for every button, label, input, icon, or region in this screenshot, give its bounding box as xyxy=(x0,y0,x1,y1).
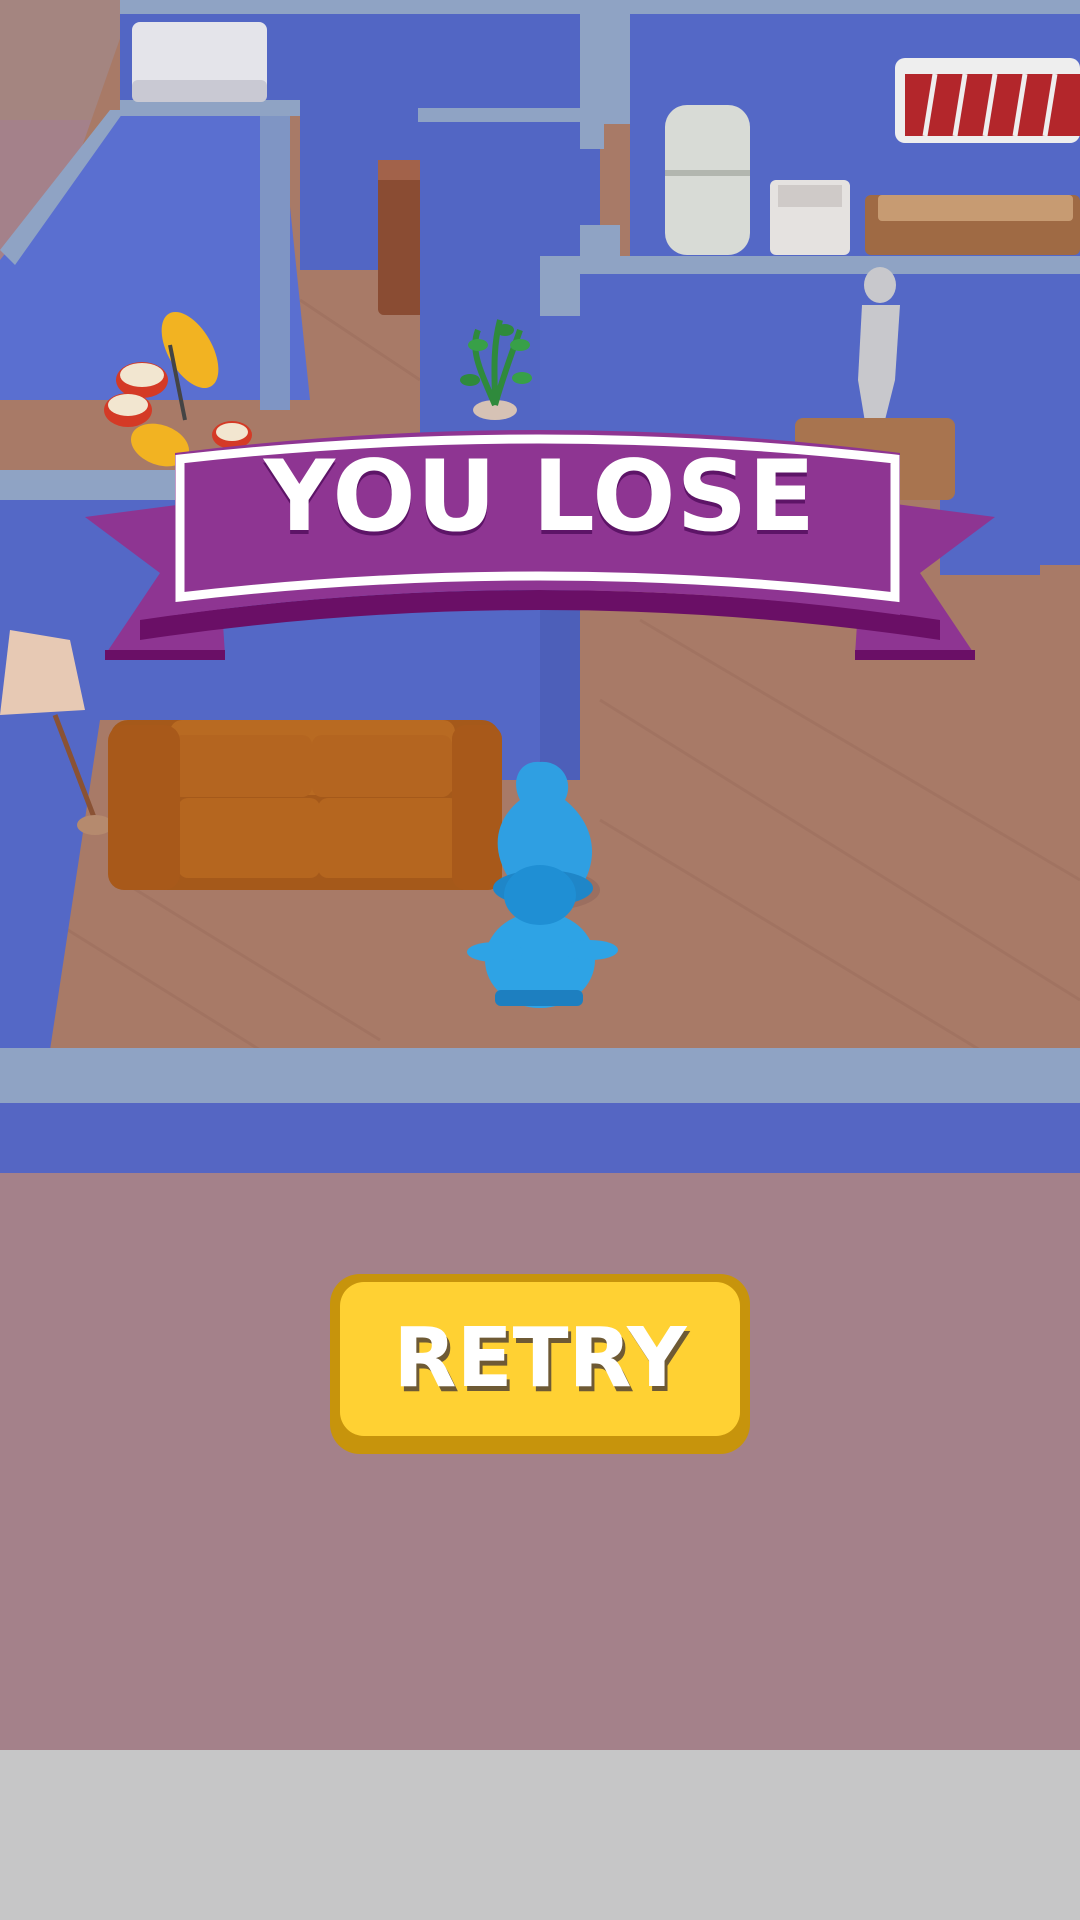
bottom-bar xyxy=(0,1750,1080,1920)
result-title: YOU LOSE xyxy=(263,440,817,554)
fridge-icon xyxy=(665,105,750,255)
wall-top xyxy=(580,225,620,265)
wall-top xyxy=(540,256,1080,274)
radiator-icon xyxy=(895,58,1080,143)
wall-top xyxy=(540,256,580,316)
game-scene xyxy=(0,0,1080,1920)
wall-top xyxy=(0,1048,1080,1103)
bench-icon xyxy=(132,22,267,102)
wall xyxy=(0,1103,1080,1173)
wall-top xyxy=(418,108,583,122)
wall-top xyxy=(120,100,300,116)
counter-icon xyxy=(865,195,1080,255)
house-map xyxy=(0,0,1080,1920)
sofa-icon xyxy=(108,720,502,890)
door-frame xyxy=(260,110,290,410)
wall-top xyxy=(120,0,1080,14)
retry-button-label[interactable]: RETRY xyxy=(330,1274,750,1444)
retry-button[interactable]: RETRY xyxy=(330,1274,750,1454)
wall-top xyxy=(600,14,630,124)
stove-icon xyxy=(770,180,850,255)
